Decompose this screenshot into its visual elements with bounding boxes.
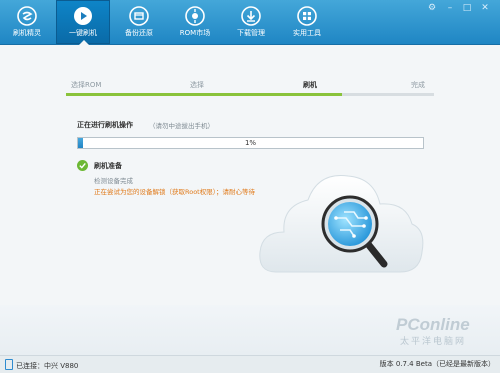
prep-unlock-status: 正在尝试为您的设备解锁（获取Root权限）；请耐心等待	[94, 188, 255, 196]
tab-utilities[interactable]: 实用工具	[280, 0, 334, 44]
tools-icon	[297, 6, 317, 26]
prep-title: 刷机准备	[94, 162, 122, 170]
close-icon[interactable]: ✕	[479, 3, 491, 13]
flash-progress-bar: 1%	[77, 137, 424, 149]
backup-icon	[129, 6, 149, 26]
toolbar-label: 一键刷机	[69, 29, 97, 37]
step-select: 选择	[190, 81, 204, 89]
prep-detect-status: 检测设备完成	[94, 177, 133, 185]
cloud-search-illustration	[259, 175, 424, 273]
step-indicator: 选择ROM 选择 刷机 完成	[66, 80, 434, 94]
version-text: 版本 0.7.4 Beta（已经是最新版本）	[379, 360, 495, 368]
app-window: 刷机精灵 一键刷机 备份还原 ROM市场 下载管理 实用工具 ⚙ – □ ✕ 选…	[0, 0, 500, 373]
status-bar: 已连接：中兴 V880 版本 0.7.4 Beta（已经是最新版本）	[0, 355, 500, 373]
tab-backup-restore[interactable]: 备份还原	[112, 0, 166, 44]
download-icon	[241, 6, 261, 26]
connection-text: 已连接：中兴 V880	[16, 362, 79, 370]
flash-status-note: （请勿中途拔出手机）	[149, 122, 214, 130]
flash-progress-text: 1%	[244, 139, 257, 147]
tab-download-manager[interactable]: 下载管理	[224, 0, 278, 44]
toolbar-label: ROM市场	[179, 29, 211, 37]
check-icon	[77, 160, 88, 171]
play-icon	[74, 7, 92, 25]
connection-status: 已连接：中兴 V880	[5, 359, 78, 370]
phone-icon	[5, 359, 13, 370]
top-toolbar: 刷机精灵 一键刷机 备份还原 ROM市场 下载管理 实用工具 ⚙ – □ ✕	[0, 0, 500, 45]
tab-one-click-flash[interactable]: 一键刷机	[56, 0, 110, 45]
flash-status-title: 正在进行刷机操作	[77, 121, 133, 129]
toolbar-label: 备份还原	[125, 29, 153, 37]
toolbar-label: 实用工具	[293, 29, 321, 37]
maximize-icon[interactable]: □	[461, 3, 473, 13]
logo-icon	[17, 6, 37, 26]
minimize-icon[interactable]: –	[444, 3, 456, 13]
step-select-rom: 选择ROM	[71, 81, 102, 89]
toolbar-logo[interactable]: 刷机精灵	[0, 0, 54, 44]
step-done: 完成	[411, 81, 425, 89]
step-progress-track	[66, 93, 434, 96]
watermark-subtext: 太平洋电脑网	[400, 337, 467, 347]
rom-market-icon	[185, 6, 205, 26]
tab-rom-market[interactable]: ROM市场	[168, 0, 222, 44]
step-progress-fill	[66, 93, 342, 96]
toolbar-label: 刷机精灵	[13, 29, 41, 37]
watermark-logo: PConline	[396, 315, 470, 334]
settings-icon[interactable]: ⚙	[426, 3, 438, 13]
step-flash: 刷机	[303, 81, 317, 89]
toolbar-label: 下载管理	[237, 29, 265, 37]
